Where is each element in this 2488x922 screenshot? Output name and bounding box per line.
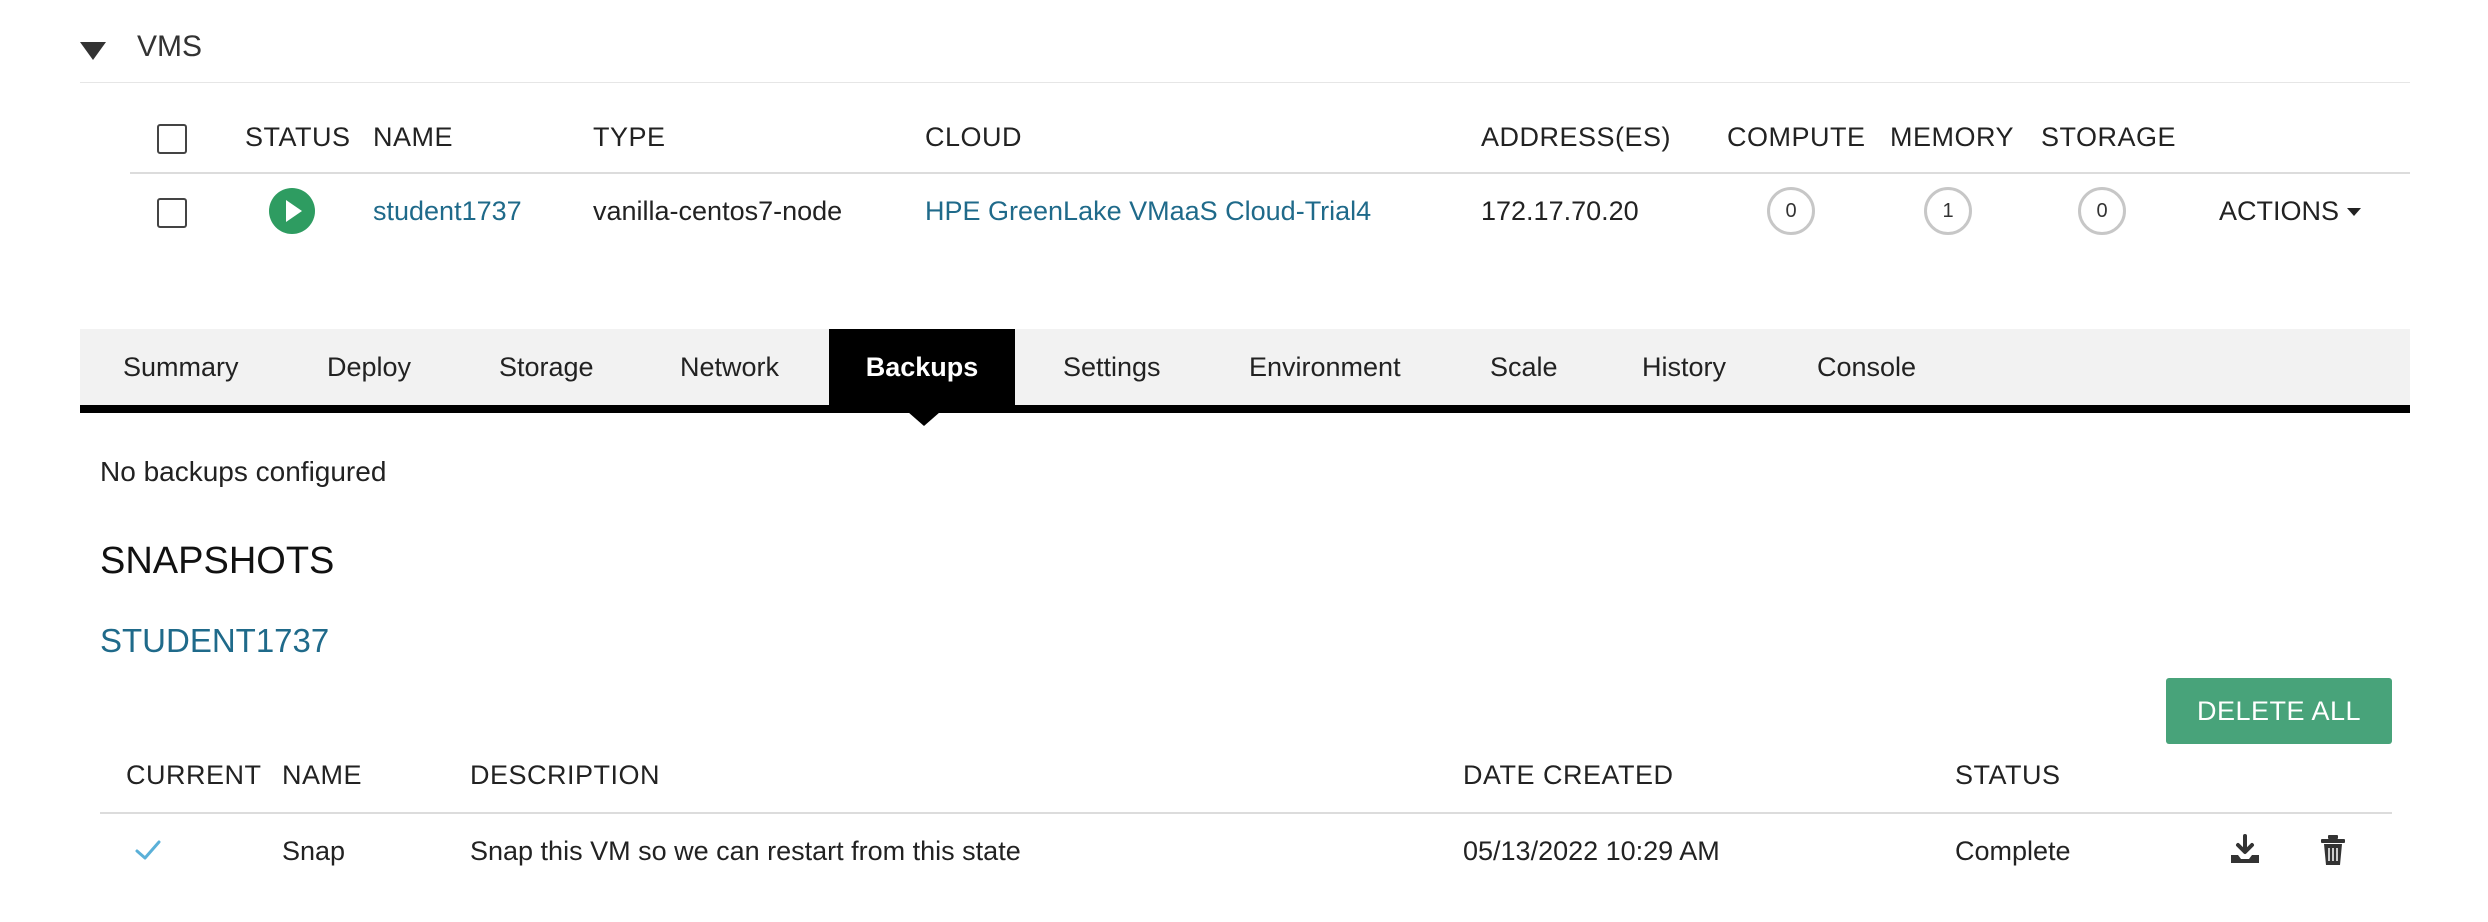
col-addresses: ADDRESS(ES) — [1481, 122, 1672, 152]
col-status: STATUS — [245, 122, 351, 152]
tab-network[interactable]: Network — [680, 329, 779, 405]
actions-label: ACTIONS — [2219, 196, 2340, 226]
backups-message: No backups configured — [100, 456, 387, 487]
snapshot-vm-name: STUDENT1737 — [100, 622, 330, 659]
storage-gauge: 0 — [2078, 187, 2126, 235]
tab-backups[interactable]: Backups — [829, 329, 1015, 405]
vm-cloud-link[interactable]: HPE GreenLake VMaaS Cloud-Trial4 — [925, 196, 1371, 227]
tab-underline — [80, 405, 2410, 413]
table-divider — [130, 172, 2410, 174]
tab-environment[interactable]: Environment — [1249, 329, 1401, 405]
col-snapshot-status: STATUS — [1955, 760, 2061, 790]
snapshot-description: Snap this VM so we can restart from this… — [470, 836, 1021, 866]
col-compute: COMPUTE — [1727, 122, 1866, 152]
tab-bar: Summary Deploy Storage Network Backups S… — [80, 329, 2410, 405]
download-icon[interactable] — [2228, 833, 2262, 867]
tab-settings[interactable]: Settings — [1063, 329, 1161, 405]
tab-summary[interactable]: Summary — [123, 329, 239, 405]
delete-all-button[interactable]: DELETE ALL — [2166, 678, 2392, 744]
vm-name-link[interactable]: student1737 — [373, 196, 522, 227]
tab-console[interactable]: Console — [1817, 329, 1916, 405]
compute-gauge: 0 — [1767, 187, 1815, 235]
col-type: TYPE — [593, 122, 666, 152]
col-snapshot-name: NAME — [282, 760, 363, 790]
tab-scale[interactable]: Scale — [1490, 329, 1558, 405]
select-all-checkbox[interactable] — [157, 124, 187, 154]
row-select-checkbox[interactable] — [157, 198, 187, 228]
actions-dropdown[interactable]: ACTIONS — [2219, 196, 2362, 227]
col-memory: MEMORY — [1890, 122, 2015, 152]
snapshot-table-divider — [100, 812, 2392, 814]
section-title: VMS — [137, 30, 203, 63]
active-tab-pointer — [908, 412, 940, 426]
col-current: CURRENT — [126, 760, 262, 790]
check-icon — [135, 840, 161, 860]
tab-storage[interactable]: Storage — [499, 329, 594, 405]
snapshot-status: Complete — [1955, 836, 2071, 866]
memory-gauge: 1 — [1924, 187, 1972, 235]
chevron-down-icon — [2347, 207, 2362, 216]
tab-deploy[interactable]: Deploy — [327, 329, 411, 405]
vm-address: 172.17.70.20 — [1481, 196, 1639, 226]
col-cloud: CLOUD — [925, 122, 1023, 152]
snapshot-date: 05/13/2022 10:29 AM — [1463, 836, 1720, 866]
tab-history[interactable]: History — [1642, 329, 1726, 405]
col-date-created: DATE CREATED — [1463, 760, 1674, 790]
snapshots-heading: SNAPSHOTS — [100, 540, 335, 582]
play-icon — [269, 188, 315, 234]
col-description: DESCRIPTION — [470, 760, 661, 790]
col-storage: STORAGE — [2041, 122, 2177, 152]
vm-type: vanilla-centos7-node — [593, 196, 843, 226]
vms-section-header[interactable]: VMS — [80, 22, 2410, 83]
trash-icon[interactable] — [2316, 833, 2350, 867]
col-name: NAME — [373, 122, 454, 152]
caret-down-icon[interactable] — [80, 42, 106, 60]
snapshot-name: Snap — [282, 836, 346, 866]
